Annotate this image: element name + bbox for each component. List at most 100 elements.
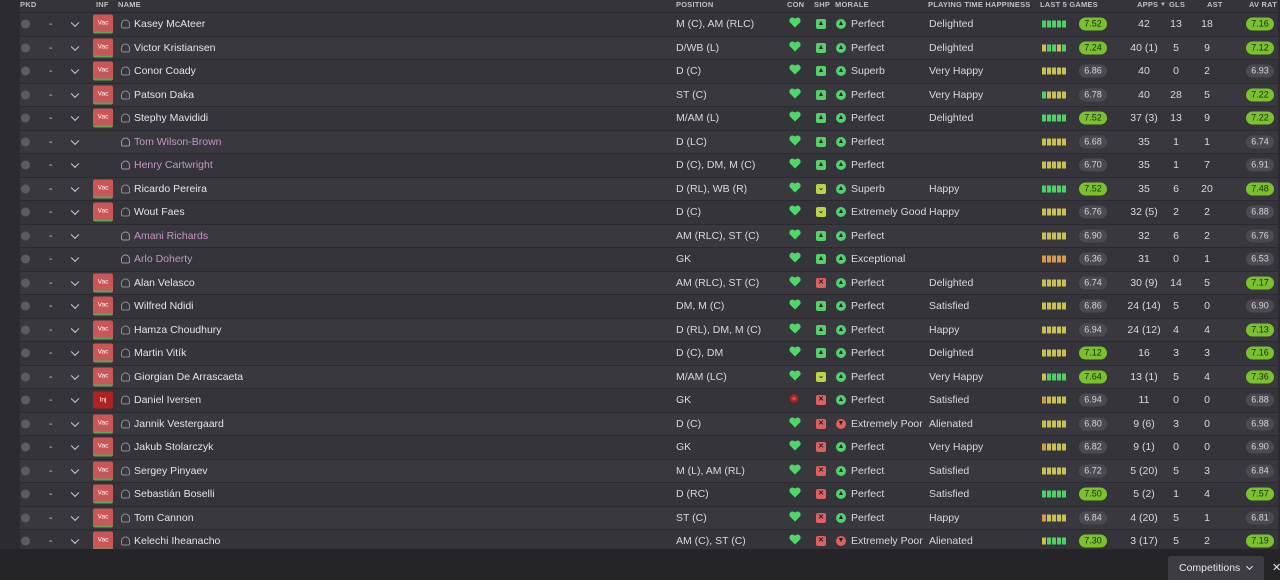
player-name[interactable]: Martin Vitík bbox=[134, 347, 186, 359]
table-row[interactable]: - Vac Martin Vitík D (C), DM ▲ ▲ Perfect Deligh… bbox=[20, 342, 1278, 366]
table-row[interactable]: - Vac Jannik Vestergaard D (C) ✕ ▼ Extremely P… bbox=[20, 412, 1278, 436]
player-name[interactable]: Jannik Vestergaard bbox=[134, 418, 224, 430]
player-name[interactable]: Amani Richards bbox=[134, 230, 208, 242]
status-badge[interactable]: Vac bbox=[93, 85, 113, 105]
chevron-down-icon[interactable] bbox=[70, 42, 80, 51]
pick-toggle[interactable] bbox=[21, 489, 30, 499]
status-badge[interactable]: Vac bbox=[93, 508, 113, 528]
table-row[interactable]: - Vac Patson Daka ST (C) ▲ ▲ Perfect Very Happy… bbox=[20, 83, 1278, 107]
chevron-down-icon[interactable] bbox=[70, 277, 80, 286]
status-badge[interactable]: Vac bbox=[93, 320, 113, 340]
chevron-down-icon[interactable] bbox=[70, 112, 80, 122]
chevron-down-icon[interactable] bbox=[70, 488, 80, 498]
chevron-down-icon[interactable] bbox=[70, 183, 80, 192]
chevron-down-icon[interactable] bbox=[70, 324, 80, 333]
pick-toggle[interactable] bbox=[21, 442, 30, 452]
pick-toggle[interactable] bbox=[21, 536, 30, 546]
player-name[interactable]: Sergey Pinyaev bbox=[134, 465, 208, 477]
table-row[interactable]: - Vac Victor Kristiansen D/WB (L) ▲ ▲ Perfect D… bbox=[20, 36, 1278, 60]
header-last5[interactable]: LAST 5 GAMES bbox=[1040, 0, 1098, 10]
header-pkd[interactable]: PKD bbox=[20, 0, 36, 10]
status-badge[interactable]: Vac bbox=[93, 296, 113, 316]
status-badge[interactable]: Vac bbox=[93, 367, 113, 387]
status-badge[interactable]: Vac bbox=[93, 273, 113, 293]
status-badge[interactable]: Vac bbox=[93, 14, 113, 34]
player-name[interactable]: Giorgian De Arrascaeta bbox=[134, 371, 243, 383]
player-name[interactable]: Tom Wilson-Brown bbox=[134, 136, 222, 148]
table-row[interactable]: - Vac Kelechi Iheanacho AM (C), ST (C) ✕ ▼ Ext… bbox=[20, 530, 1278, 549]
player-name[interactable]: Henry Cartwright bbox=[134, 159, 213, 171]
status-badge[interactable]: Vac bbox=[93, 484, 113, 504]
table-row[interactable]: - Vac Alan Velasco AM (RLC), ST (C) ✕ ▲ Perfec… bbox=[20, 271, 1278, 295]
status-badge[interactable]: Vac bbox=[93, 461, 113, 481]
pick-toggle[interactable] bbox=[21, 207, 30, 217]
table-row[interactable]: - Vac Stephy Mavididi M/AM (L) ▲ ▲ Perfect Deli… bbox=[20, 107, 1278, 131]
chevron-down-icon[interactable] bbox=[70, 371, 80, 380]
table-row[interactable]: - Vac Conor Coady D (C) ▲ ▲ Superb Very Happy 6.… bbox=[20, 60, 1278, 84]
chevron-down-icon[interactable] bbox=[70, 18, 80, 28]
player-name[interactable]: Stephy Mavididi bbox=[134, 112, 208, 124]
header-playing-time[interactable]: PLAYING TIME HAPPINESS bbox=[928, 0, 1030, 10]
header-shp[interactable]: SHP bbox=[814, 0, 830, 10]
pick-toggle[interactable] bbox=[21, 325, 30, 335]
table-row[interactable]: - Amani Richards AM (RLC), ST (C) ▲ ▲ Perfect… bbox=[20, 224, 1278, 248]
table-row[interactable]: - Vac Wout Faes D (C) ⌄ ▲ Extremely Good Happy 6… bbox=[20, 201, 1278, 225]
pick-toggle[interactable] bbox=[21, 348, 30, 358]
pick-toggle[interactable] bbox=[21, 43, 30, 53]
chevron-down-icon[interactable] bbox=[70, 206, 80, 216]
player-name[interactable]: Alan Velasco bbox=[134, 277, 195, 289]
chevron-down-icon[interactable] bbox=[70, 230, 80, 239]
chevron-down-icon[interactable] bbox=[70, 65, 80, 75]
chevron-down-icon[interactable] bbox=[70, 159, 80, 169]
pick-toggle[interactable] bbox=[21, 113, 30, 123]
status-badge[interactable]: Vac bbox=[93, 343, 113, 363]
player-name[interactable]: Jakub Stolarczyk bbox=[134, 441, 213, 453]
table-row[interactable]: - Vac Wilfred Ndidi DM, M (C) ▲ ▲ Perfect Satis… bbox=[20, 295, 1278, 319]
chevron-down-icon[interactable] bbox=[70, 347, 80, 357]
status-badge[interactable]: Vac bbox=[93, 414, 113, 434]
header-name[interactable]: NAME bbox=[118, 0, 141, 10]
status-badge[interactable]: Vac bbox=[93, 108, 113, 128]
pick-toggle[interactable] bbox=[21, 19, 30, 29]
player-name[interactable]: Sebastián Boselli bbox=[134, 488, 215, 500]
header-con[interactable]: CON bbox=[787, 0, 804, 10]
pick-toggle[interactable] bbox=[21, 513, 30, 523]
table-row[interactable]: - Vac Ricardo Pereira D (RL), WB (R) ⌄ ▲ Super… bbox=[20, 177, 1278, 201]
player-name[interactable]: Kelechi Iheanacho bbox=[134, 535, 220, 547]
table-row[interactable]: - Inj Daniel Iversen GK ✕ ▲ Perfect Satisfied 6.… bbox=[20, 389, 1278, 413]
table-row[interactable]: - Vac Sergey Pinyaev M (L), AM (RL) ✕ ▲ Perfec… bbox=[20, 459, 1278, 483]
close-icon[interactable]: ✕ bbox=[1272, 561, 1280, 574]
header-inf[interactable]: INF bbox=[96, 0, 109, 10]
header-ast[interactable]: AST bbox=[1207, 0, 1223, 10]
table-row[interactable]: - Vac Giorgian De Arrascaeta M/AM (LC) ⌄ ▲ Per… bbox=[20, 365, 1278, 389]
table-row[interactable]: - Tom Wilson-Brown D (LC) ▲ ▲ Perfect 6.68 35 1 1… bbox=[20, 130, 1278, 154]
status-badge[interactable]: Vac bbox=[93, 437, 113, 457]
table-row[interactable]: - Arlo Doherty GK ▲ ▲ Exceptional 6.36 31 0 1 6.53 bbox=[20, 248, 1278, 272]
pick-toggle[interactable] bbox=[21, 137, 30, 147]
status-badge[interactable]: Vac bbox=[93, 202, 113, 222]
player-name[interactable]: Ricardo Pereira bbox=[134, 183, 207, 195]
chevron-down-icon[interactable] bbox=[70, 535, 80, 545]
header-apps[interactable]: APPS bbox=[1137, 0, 1158, 10]
table-row[interactable]: - Vac Hamza Choudhury D (RL), DM, M (C) ▲ ▲ Pe… bbox=[20, 318, 1278, 342]
pick-toggle[interactable] bbox=[21, 254, 30, 264]
chevron-down-icon[interactable] bbox=[70, 253, 80, 263]
player-name[interactable]: Wilfred Ndidi bbox=[134, 300, 194, 312]
player-name[interactable]: Arlo Doherty bbox=[134, 253, 192, 265]
player-name[interactable]: Wout Faes bbox=[134, 206, 185, 218]
chevron-down-icon[interactable] bbox=[70, 441, 80, 451]
header-gls[interactable]: GLS bbox=[1169, 0, 1185, 10]
player-name[interactable]: Conor Coady bbox=[134, 65, 196, 77]
player-name[interactable]: Kasey McAteer bbox=[134, 18, 205, 30]
table-row[interactable]: - Henry Cartwright D (C), DM, M (C) ▲ ▲ Perfe… bbox=[20, 154, 1278, 178]
chevron-down-icon[interactable] bbox=[70, 136, 80, 145]
player-name[interactable]: Daniel Iversen bbox=[134, 394, 201, 406]
chevron-down-icon[interactable] bbox=[70, 394, 80, 404]
status-badge[interactable]: Inj bbox=[93, 391, 113, 409]
header-av-rat[interactable]: AV RAT bbox=[1249, 0, 1277, 10]
pick-toggle[interactable] bbox=[21, 231, 30, 241]
header-position[interactable]: POSITION bbox=[676, 0, 713, 10]
status-badge[interactable]: Vac bbox=[93, 61, 113, 81]
pick-toggle[interactable] bbox=[21, 372, 30, 382]
pick-toggle[interactable] bbox=[21, 419, 30, 429]
